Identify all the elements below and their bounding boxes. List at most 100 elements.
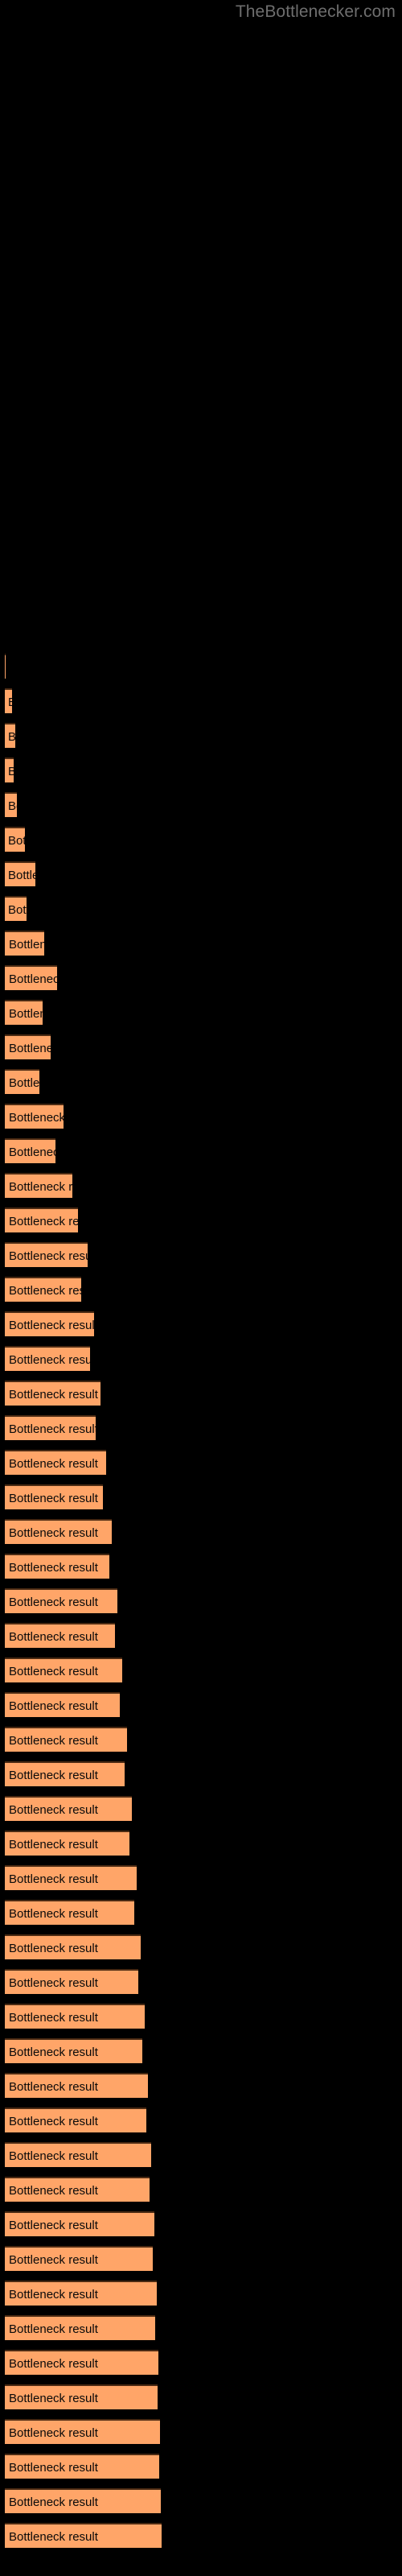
bar[interactable]: Bottleneck result [5, 1311, 94, 1336]
bar[interactable]: Bottleneck result [5, 1346, 90, 1371]
bar-label: Bottleneck result [9, 1214, 78, 1228]
bar-label: Bottleneck result [9, 1699, 98, 1713]
bar[interactable]: Bottleneck result [5, 1588, 117, 1613]
bar-label: Bottleneck result [8, 695, 12, 708]
bar[interactable]: Bottleneck result [5, 1415, 96, 1440]
bar-label: Bottleneck result [9, 2287, 98, 2301]
bar-label: Bottleneck result [9, 2079, 98, 2094]
bar-label: Bottleneck result [9, 1768, 98, 1782]
bar-label: Bottleneck result [9, 2218, 98, 2232]
bar-label: Bottleneck result [8, 868, 35, 882]
bar-label: Bottleneck result [9, 1802, 98, 1817]
bar[interactable]: Bottleneck result [5, 1484, 103, 1509]
bar-label: Bottleneck result [9, 1560, 98, 1575]
bar-label: Bottleneck result [9, 1318, 94, 1332]
bar-label: Bottleneck result [9, 937, 44, 952]
bar[interactable]: Bottleneck result [5, 896, 27, 921]
bar[interactable]: Bottleneck result [5, 1000, 43, 1025]
bar-label: Bottleneck result [9, 2322, 98, 2336]
bar[interactable]: Bottleneck result [5, 2004, 145, 2029]
bar-label: Bottleneck result [9, 1006, 43, 1021]
bar[interactable]: Bottleneck result [5, 1277, 81, 1302]
bar[interactable]: Bottleneck result [5, 2107, 146, 2132]
bar-label: Bottleneck result [9, 1975, 98, 1990]
bar[interactable]: Bottleneck result [5, 2488, 161, 2513]
bar[interactable]: Bottleneck result [5, 1865, 137, 1890]
bar[interactable]: Bottleneck result [5, 1069, 39, 1094]
bar[interactable]: Bottleneck result [5, 2419, 160, 2444]
bar-label: Bottleneck result [9, 1733, 98, 1748]
bar[interactable]: Bottleneck result [5, 1173, 72, 1198]
bar-label: Bottleneck result [9, 1906, 98, 1921]
bar[interactable]: Bottleneck result [5, 1657, 122, 1682]
bar-label: Bottleneck result [9, 2010, 98, 2025]
bar[interactable]: Bottleneck result [5, 2384, 158, 2409]
bar[interactable]: Bottleneck result [5, 723, 15, 748]
bar[interactable]: Bottleneck result [5, 1519, 112, 1544]
bar-label: Bottleneck result [9, 2149, 98, 2163]
bar-label: Bottleneck result [9, 1837, 98, 1852]
bar[interactable]: Bottleneck result [5, 758, 14, 782]
bar-label: Bottleneck result [9, 1387, 98, 1402]
bar-label: Bottleneck result [8, 799, 17, 813]
bar[interactable]: Bottleneck result [5, 2246, 153, 2271]
bar[interactable]: Bottleneck result [5, 654, 6, 679]
bar[interactable]: Bottleneck result [5, 861, 35, 886]
bar[interactable]: Bottleneck result [5, 1554, 109, 1579]
bar[interactable]: Bottleneck result [5, 1104, 64, 1129]
bar-label: Bottleneck result [9, 1525, 98, 1540]
bar[interactable]: Bottleneck result [5, 792, 17, 817]
bar[interactable]: Bottleneck result [5, 1934, 141, 1959]
bar[interactable]: Bottleneck result [5, 1796, 132, 1821]
bar[interactable]: Bottleneck result [5, 2454, 159, 2479]
bar-label: Bottleneck result [9, 2495, 98, 2509]
bar-label: Bottleneck result [9, 1145, 55, 1159]
bar-label: Bottleneck result [9, 2391, 98, 2405]
bar-label: Bottleneck result [9, 1249, 88, 1263]
bar[interactable]: Bottleneck result [5, 2211, 154, 2236]
bar[interactable]: Bottleneck result [5, 1208, 78, 1232]
bar[interactable]: Bottleneck result [5, 965, 57, 990]
bar-label: Bottleneck result [9, 1110, 64, 1125]
bar[interactable]: Bottleneck result [5, 827, 25, 852]
bar[interactable]: Bottleneck result [5, 1450, 106, 1475]
bar-label: Bottleneck result [9, 2045, 98, 2059]
bar[interactable]: Bottleneck result [5, 1138, 55, 1163]
bar[interactable]: Bottleneck result [5, 2142, 151, 2167]
bar[interactable]: Bottleneck result [5, 2315, 155, 2340]
bar-label: Bottleneck result [9, 2114, 98, 2128]
bar-label: Bottleneck result [9, 972, 57, 986]
bar-label: Bottleneck result [9, 1595, 98, 1609]
bar-label: Bottleneck result [9, 2183, 98, 2198]
bar-label: Bottleneck result [9, 2460, 98, 2475]
bar[interactable]: Bottleneck result [5, 1623, 115, 1648]
bar-label: Bottleneck result [9, 1283, 81, 1298]
bar-label: Bottleneck result [9, 2425, 98, 2440]
bar[interactable]: Bottleneck result [5, 2038, 142, 2063]
bar-label: Bottleneck result [8, 729, 15, 743]
bar-label: Bottleneck result [9, 1941, 98, 1955]
bar[interactable]: Bottleneck result [5, 1034, 51, 1059]
bar[interactable]: Bottleneck result [5, 1900, 134, 1925]
bottleneck-bar-chart: TheBottlenecker.com Bottleneck resultBot… [0, 0, 402, 2576]
bar[interactable]: Bottleneck result [5, 2281, 157, 2306]
bar-label: Bottleneck result [9, 1075, 39, 1090]
bar-label: Bottleneck result [8, 764, 14, 778]
bar[interactable]: Bottleneck result [5, 1692, 120, 1717]
bar-label: Bottleneck result [9, 1422, 96, 1436]
bar[interactable]: Bottleneck result [5, 688, 12, 713]
bar[interactable]: Bottleneck result [5, 1761, 125, 1786]
bar[interactable]: Bottleneck result [5, 1242, 88, 1267]
bar[interactable]: Bottleneck result [5, 2523, 162, 2548]
bar-label: Bottleneck result [9, 1872, 98, 1886]
bar[interactable]: Bottleneck result [5, 2350, 158, 2375]
plot-area: Bottleneck result Bottleneck result Bottle… [0, 0, 402, 2576]
bar[interactable]: Bottleneck result [5, 931, 44, 956]
bar[interactable]: Bottleneck result [5, 2073, 148, 2098]
bar[interactable]: Bottleneck result [5, 1831, 129, 1856]
bar[interactable]: Bottleneck result [5, 2177, 150, 2202]
bar[interactable]: Bottleneck result [5, 1969, 138, 1994]
bar-label: Bottleneck result [8, 833, 25, 848]
bar[interactable]: Bottleneck result [5, 1727, 127, 1752]
bar[interactable]: Bottleneck result [5, 1381, 100, 1406]
